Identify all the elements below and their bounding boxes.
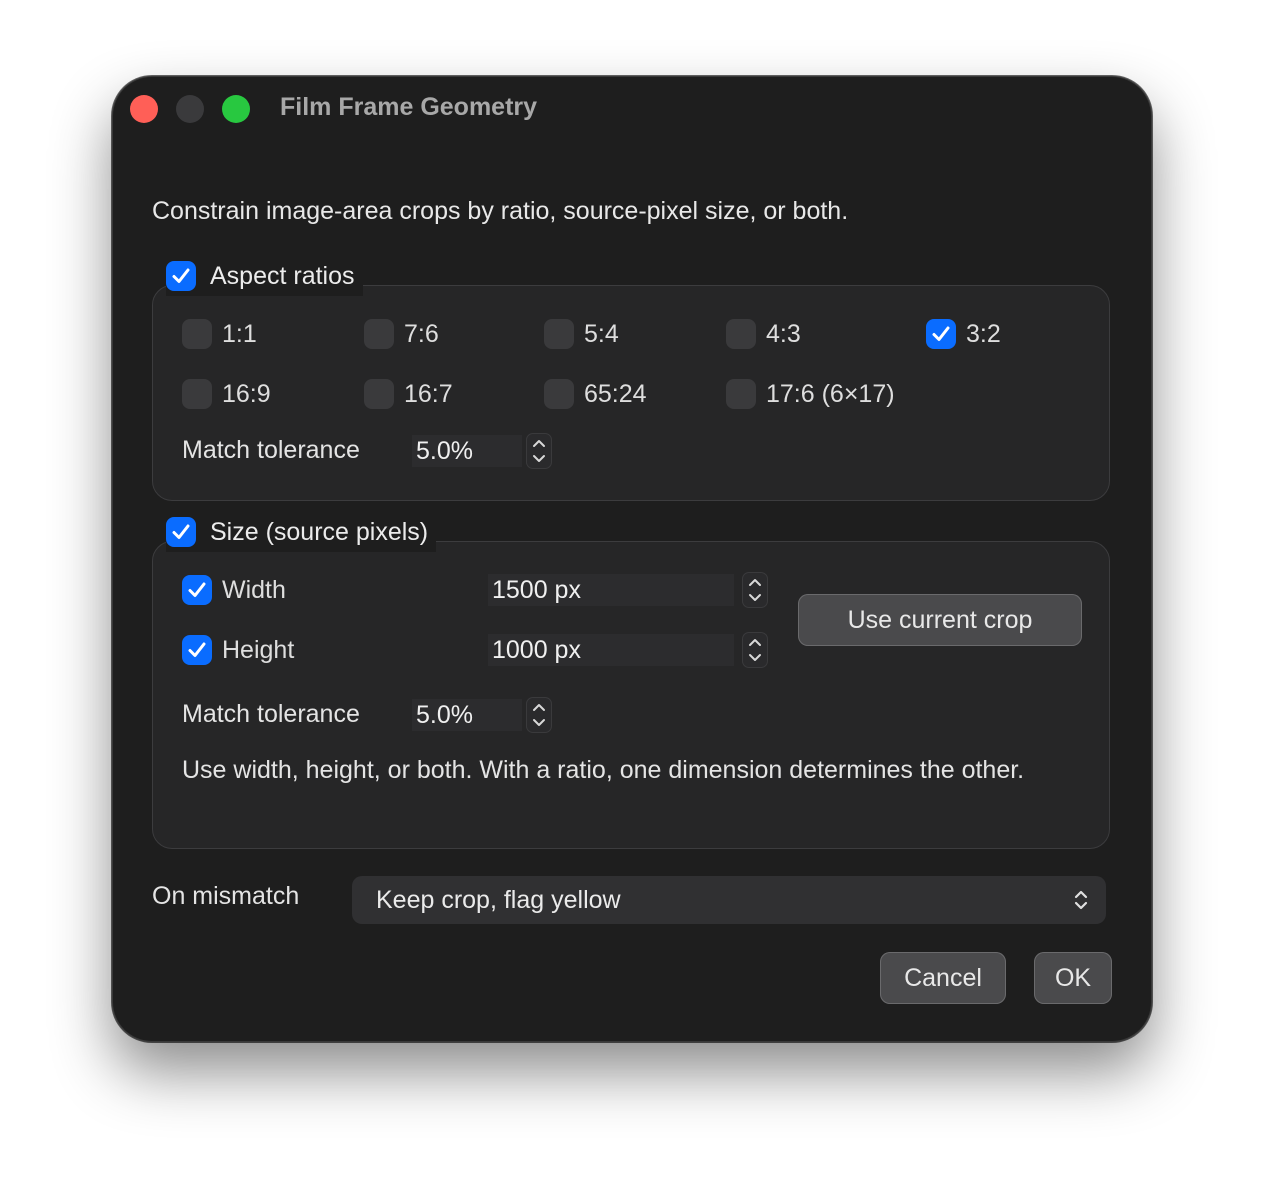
ratio-label: 4:3 bbox=[766, 319, 801, 348]
height-checkbox-row[interactable]: Height bbox=[182, 635, 294, 665]
ratio-option[interactable]: 7:6 bbox=[364, 319, 439, 349]
mismatch-label: On mismatch bbox=[152, 882, 300, 910]
checkbox-empty-icon[interactable] bbox=[182, 379, 212, 409]
ratio-label: 17:6 (6×17) bbox=[766, 379, 895, 408]
width-input[interactable]: 1500 px bbox=[488, 574, 734, 606]
checkbox-empty-icon[interactable] bbox=[544, 319, 574, 349]
size-tolerance-stepper[interactable] bbox=[526, 697, 552, 733]
ratio-option[interactable]: 16:9 bbox=[182, 379, 271, 409]
checkbox-checkmark-icon[interactable] bbox=[182, 575, 212, 605]
dialog-window: Film Frame Geometry Constrain image-area… bbox=[112, 76, 1152, 1042]
stepper-chevrons-icon bbox=[749, 639, 761, 661]
mismatch-select[interactable]: Keep crop, flag yellow bbox=[352, 876, 1106, 924]
height-label: Height bbox=[222, 635, 295, 664]
size-help-text: Use width, height, or both. With a ratio… bbox=[182, 756, 1025, 784]
minimize-window-button[interactable] bbox=[176, 95, 204, 123]
select-up-down-icon bbox=[1074, 890, 1088, 910]
checkbox-empty-icon[interactable] bbox=[726, 319, 756, 349]
height-input[interactable]: 1000 px bbox=[488, 634, 734, 666]
checkbox-empty-icon[interactable] bbox=[182, 319, 212, 349]
ok-button[interactable]: OK bbox=[1034, 952, 1112, 1004]
zoom-window-button[interactable] bbox=[222, 95, 250, 123]
ratio-option[interactable]: 17:6 (6×17) bbox=[726, 379, 895, 409]
width-label: Width bbox=[222, 575, 286, 604]
aspect-tolerance-input[interactable]: 5.0% bbox=[412, 435, 522, 467]
width-checkbox-row[interactable]: Width bbox=[182, 575, 286, 605]
checkbox-checkmark-icon[interactable] bbox=[166, 261, 196, 291]
ratio-label: 1:1 bbox=[222, 319, 257, 348]
aspect-ratios-label: Aspect ratios bbox=[210, 261, 355, 290]
checkbox-empty-icon[interactable] bbox=[364, 319, 394, 349]
height-stepper[interactable] bbox=[742, 632, 768, 668]
size-tolerance-label: Match tolerance bbox=[182, 700, 360, 728]
ratio-label: 7:6 bbox=[404, 319, 439, 348]
aspect-tolerance-label: Match tolerance bbox=[182, 436, 360, 464]
checkbox-checkmark-icon[interactable] bbox=[182, 635, 212, 665]
ratio-option[interactable]: 5:4 bbox=[544, 319, 619, 349]
use-current-crop-button[interactable]: Use current crop bbox=[798, 594, 1082, 646]
ratio-option[interactable]: 4:3 bbox=[726, 319, 801, 349]
ratio-option[interactable]: 3:2 bbox=[926, 319, 1001, 349]
ratio-label: 65:24 bbox=[584, 379, 647, 408]
ratio-label: 16:7 bbox=[404, 379, 453, 408]
aspect-tolerance-stepper[interactable] bbox=[526, 433, 552, 469]
window-title: Film Frame Geometry bbox=[280, 93, 538, 121]
ratio-option[interactable]: 16:7 bbox=[364, 379, 453, 409]
checkbox-checkmark-icon[interactable] bbox=[166, 517, 196, 547]
checkbox-empty-icon[interactable] bbox=[364, 379, 394, 409]
size-label: Size (source pixels) bbox=[210, 517, 429, 546]
ratio-label: 16:9 bbox=[222, 379, 271, 408]
mismatch-selected-value: Keep crop, flag yellow bbox=[376, 885, 621, 914]
checkbox-checkmark-icon[interactable] bbox=[926, 319, 956, 349]
width-stepper[interactable] bbox=[742, 572, 768, 608]
size-toggle[interactable]: Size (source pixels) bbox=[166, 512, 437, 552]
cancel-button[interactable]: Cancel bbox=[880, 952, 1006, 1004]
ratio-label: 5:4 bbox=[584, 319, 619, 348]
size-tolerance-input[interactable]: 5.0% bbox=[412, 699, 522, 731]
stepper-chevrons-icon bbox=[749, 579, 761, 601]
stepper-chevrons-icon bbox=[533, 440, 545, 462]
checkbox-empty-icon[interactable] bbox=[726, 379, 756, 409]
close-window-button[interactable] bbox=[130, 95, 158, 123]
ratio-option[interactable]: 1:1 bbox=[182, 319, 257, 349]
checkbox-empty-icon[interactable] bbox=[544, 379, 574, 409]
dialog-description: Constrain image-area crops by ratio, sou… bbox=[152, 197, 849, 225]
stage: Film Frame Geometry Constrain image-area… bbox=[0, 0, 1264, 1192]
ratio-label: 3:2 bbox=[966, 319, 1001, 348]
ratio-option[interactable]: 65:24 bbox=[544, 379, 647, 409]
stepper-chevrons-icon bbox=[533, 704, 545, 726]
aspect-ratios-toggle[interactable]: Aspect ratios bbox=[166, 256, 363, 296]
